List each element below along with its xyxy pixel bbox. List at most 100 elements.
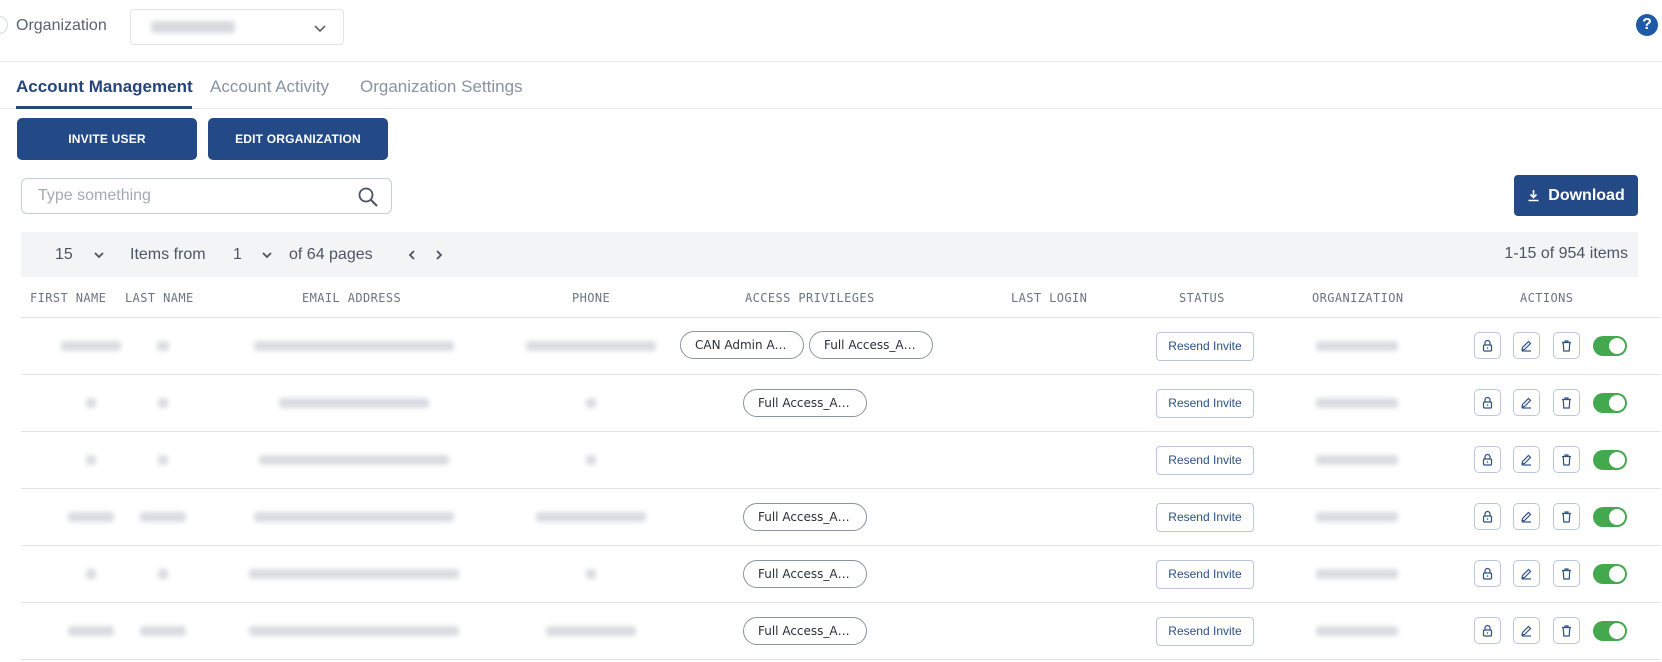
column-header[interactable]: PHONE — [572, 291, 610, 305]
tab-organization-settings[interactable]: Organization Settings — [360, 76, 523, 98]
lock-button[interactable] — [1474, 503, 1501, 530]
redacted-organization — [1316, 455, 1398, 465]
lock-icon — [1482, 396, 1493, 409]
edit-button[interactable] — [1513, 446, 1540, 473]
privilege-tag[interactable]: Full Access_All ... — [743, 389, 867, 417]
resend-invite-button[interactable]: Resend Invite — [1156, 389, 1254, 418]
redacted-cell — [140, 512, 186, 522]
redacted-cell — [586, 455, 596, 465]
active-tab-indicator — [16, 106, 192, 109]
sidebar-toggle[interactable] — [0, 16, 8, 34]
column-header[interactable]: EMAIL ADDRESS — [302, 291, 401, 305]
redacted-cell — [68, 512, 114, 522]
resend-invite-button[interactable]: Resend Invite — [1156, 617, 1254, 646]
chevron-right-icon[interactable] — [433, 249, 445, 261]
table-row[interactable]: CAN Admin Acc... Full Access_All ... Resen… — [21, 318, 1661, 375]
delete-button[interactable] — [1553, 503, 1580, 530]
account-enabled-toggle[interactable] — [1593, 564, 1627, 584]
column-header[interactable]: FIRST NAME — [30, 291, 106, 305]
column-header[interactable]: STATUS — [1179, 291, 1225, 305]
table-row[interactable]: Full Access_All ... Resend Invite — [21, 489, 1661, 546]
toggle-knob — [1609, 452, 1625, 468]
redacted-cell — [526, 341, 656, 351]
lock-button[interactable] — [1474, 560, 1501, 587]
invite-user-button[interactable]: INVITE USER — [17, 118, 197, 160]
edit-button[interactable] — [1513, 617, 1540, 644]
tab-account-management[interactable]: Account Management — [16, 76, 193, 98]
redacted-cell — [157, 341, 169, 351]
chevron-down-icon[interactable] — [261, 249, 273, 261]
edit-button[interactable] — [1513, 332, 1540, 359]
lock-button[interactable] — [1474, 332, 1501, 359]
table-row[interactable]: Full Access_All ... Resend Invite — [21, 375, 1661, 432]
privilege-tag[interactable]: Full Access_All ... — [743, 617, 867, 645]
table-row[interactable]: Resend Invite — [21, 432, 1661, 489]
redacted-cell — [259, 455, 449, 465]
column-header[interactable]: LAST LOGIN — [1011, 291, 1087, 305]
tab-bar: Account Management Account Activity Orga… — [0, 62, 1662, 109]
trash-icon — [1562, 511, 1571, 523]
resend-invite-button[interactable]: Resend Invite — [1156, 332, 1254, 361]
redacted-cell — [254, 341, 454, 351]
delete-button[interactable] — [1553, 446, 1580, 473]
account-enabled-toggle[interactable] — [1593, 621, 1627, 641]
table-header: FIRST NAME LAST NAME EMAIL ADDRESS PHONE… — [21, 277, 1661, 318]
search-box — [21, 178, 392, 214]
lock-button[interactable] — [1474, 389, 1501, 416]
edit-icon — [1521, 340, 1532, 352]
resend-invite-button[interactable]: Resend Invite — [1156, 560, 1254, 589]
account-enabled-toggle[interactable] — [1593, 450, 1627, 470]
download-button[interactable]: Download — [1514, 175, 1638, 216]
delete-button[interactable] — [1553, 617, 1580, 644]
tab-account-activity[interactable]: Account Activity — [210, 76, 329, 98]
redacted-cell — [586, 569, 596, 579]
account-enabled-toggle[interactable] — [1593, 507, 1627, 527]
help-icon[interactable]: ? — [1636, 14, 1658, 36]
privilege-tag[interactable]: Full Access_All ... — [743, 560, 867, 588]
table-row[interactable]: Full Access_All ... Resend Invite — [21, 546, 1661, 603]
redacted-cell — [86, 569, 96, 579]
resend-invite-button[interactable]: Resend Invite — [1156, 446, 1254, 475]
account-enabled-toggle[interactable] — [1593, 336, 1627, 356]
edit-organization-button[interactable]: EDIT ORGANIZATION — [208, 118, 388, 160]
privilege-tag[interactable]: Full Access_All ... — [743, 503, 867, 531]
delete-button[interactable] — [1553, 560, 1580, 587]
download-icon — [1528, 190, 1539, 202]
redacted-organization — [1316, 569, 1398, 579]
privilege-tag[interactable]: CAN Admin Acc... — [680, 331, 804, 359]
lock-icon — [1482, 510, 1493, 523]
redacted-organization — [1316, 341, 1398, 351]
lock-icon — [1482, 567, 1493, 580]
redacted-cell — [158, 398, 168, 408]
lock-button[interactable] — [1474, 617, 1501, 644]
chevron-left-icon[interactable] — [406, 249, 418, 261]
resend-invite-button[interactable]: Resend Invite — [1156, 503, 1254, 532]
search-input[interactable] — [38, 179, 358, 213]
items-from-label: Items from — [130, 246, 206, 263]
edit-button[interactable] — [1513, 560, 1540, 587]
column-header[interactable]: LAST NAME — [125, 291, 194, 305]
redacted-organization — [1316, 398, 1398, 408]
table-row[interactable]: Full Access_All ... Resend Invite — [21, 603, 1661, 660]
edit-button[interactable] — [1513, 389, 1540, 416]
delete-button[interactable] — [1553, 389, 1580, 416]
column-header[interactable]: ORGANIZATION — [1312, 291, 1404, 305]
redacted-cell — [249, 569, 459, 579]
organization-label: Organization — [16, 17, 107, 34]
account-enabled-toggle[interactable] — [1593, 393, 1627, 413]
chevron-down-icon[interactable] — [93, 249, 105, 261]
toggle-knob — [1609, 395, 1625, 411]
edit-button[interactable] — [1513, 503, 1540, 530]
column-header[interactable]: ACCESS PRIVILEGES — [745, 291, 875, 305]
redacted-cell — [546, 626, 636, 636]
column-header[interactable]: ACTIONS — [1520, 291, 1573, 305]
organization-select[interactable] — [130, 9, 344, 45]
search-icon[interactable] — [357, 186, 379, 208]
privilege-tag[interactable]: Full Access_All ... — [809, 331, 933, 359]
delete-button[interactable] — [1553, 332, 1580, 359]
lock-button[interactable] — [1474, 446, 1501, 473]
edit-icon — [1521, 625, 1532, 637]
current-page-value[interactable]: 1 — [233, 245, 242, 265]
trash-icon — [1562, 340, 1571, 352]
page-size-value[interactable]: 15 — [55, 245, 73, 265]
